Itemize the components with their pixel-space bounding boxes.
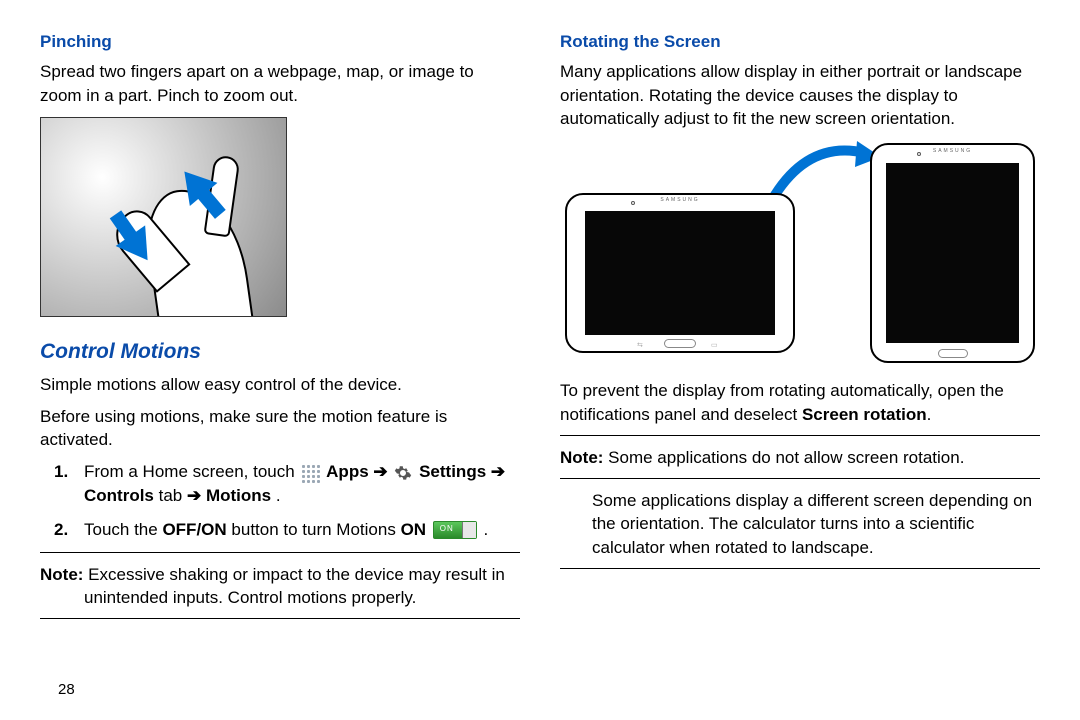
settings-icon [394,464,412,482]
note-no-rotation: Note: Some applications do not allow scr… [560,446,1040,470]
divider [560,435,1040,436]
tablet-portrait-icon: SAMSUNG [870,143,1035,363]
tablet-landscape-icon: SAMSUNG ⇆ ▭ [565,193,795,353]
on-toggle-icon: ON [433,521,477,539]
divider [560,478,1040,479]
rotation-figure: SAMSUNG ⇆ ▭ SAMSUNG [560,143,1040,363]
control-motions-intro-1: Simple motions allow easy control of the… [40,373,520,397]
pinch-gesture-figure [40,117,287,317]
steps-list: From a Home screen, touch Apps ➔ Setting… [40,460,520,541]
rotating-body: Many applications allow display in eithe… [560,60,1040,131]
rotating-tail: Some applications display a different sc… [592,489,1040,560]
control-motions-intro-2: Before using motions, make sure the moti… [40,405,520,453]
apps-icon [301,464,319,482]
divider [40,552,520,553]
rotating-prevent: To prevent the display from rotating aut… [560,379,1040,427]
page-number: 28 [58,679,75,700]
left-column: Pinching Spread two fingers apart on a w… [40,30,520,700]
divider [40,618,520,619]
heading-rotating: Rotating the Screen [560,30,1040,54]
pinching-body: Spread two fingers apart on a webpage, m… [40,60,520,108]
right-column: Rotating the Screen Many applications al… [560,30,1040,700]
step-1: From a Home screen, touch Apps ➔ Setting… [40,460,520,508]
step-2: Touch the OFF/ON button to turn Motions … [40,518,520,542]
divider [560,568,1040,569]
note-excessive-shaking: Note: Excessive shaking or impact to the… [40,563,520,611]
heading-pinching: Pinching [40,30,520,54]
heading-control-motions: Control Motions [40,337,520,366]
